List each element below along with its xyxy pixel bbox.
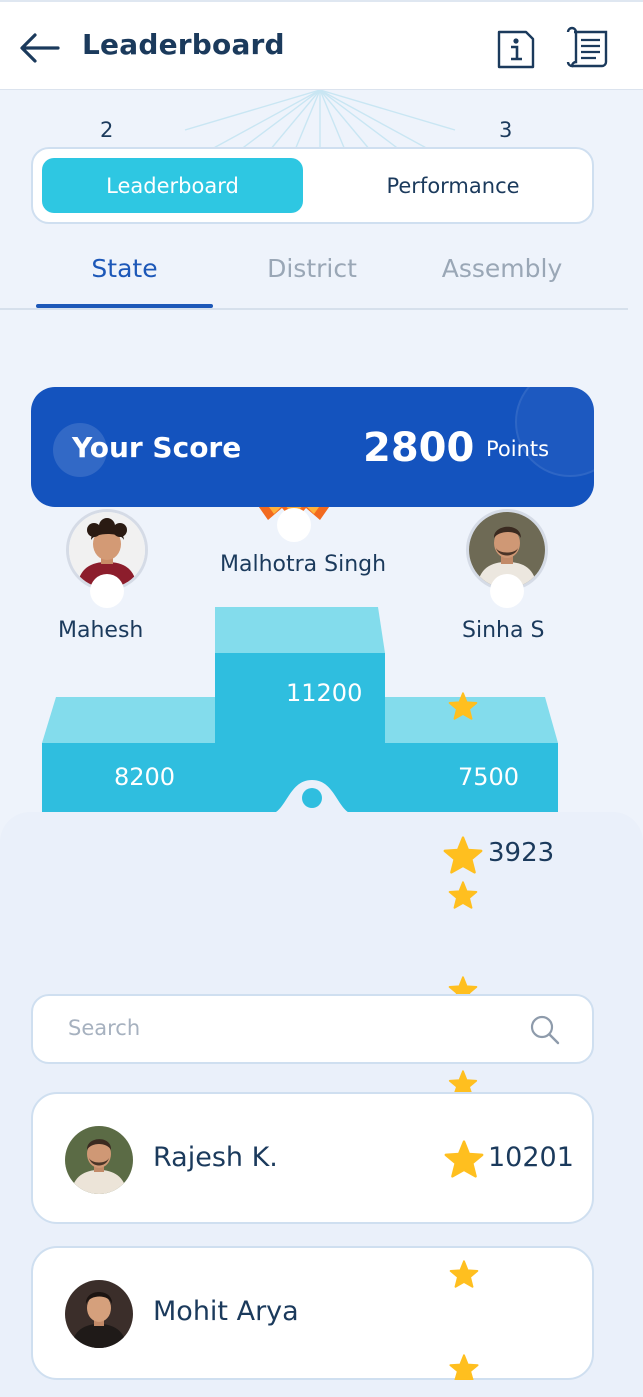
search-input[interactable]: Search bbox=[31, 994, 594, 1064]
active-tab-indicator bbox=[36, 304, 213, 308]
third-place-points: 7500 bbox=[458, 763, 520, 791]
list-item-name: Rajesh K. bbox=[153, 1142, 278, 1173]
first-place-name: Malhotra Singh bbox=[220, 552, 387, 577]
list-item-points: 10201 bbox=[488, 1142, 574, 1173]
your-score-value: 2800 bbox=[363, 425, 475, 471]
star-icon bbox=[448, 692, 478, 720]
rank-number-third: 3 bbox=[499, 118, 513, 142]
page-title: Leaderboard bbox=[82, 28, 285, 61]
star-icon bbox=[449, 1354, 479, 1380]
star-icon bbox=[443, 836, 483, 874]
your-score-unit: Points bbox=[486, 437, 550, 461]
first-place-points: 11200 bbox=[286, 679, 363, 707]
list-item[interactable]: Rajesh K. 10201 bbox=[31, 1092, 594, 1224]
search-placeholder: Search bbox=[68, 1016, 141, 1040]
view-toggle: Leaderboard Performance bbox=[31, 147, 594, 224]
tab-state[interactable]: State bbox=[36, 254, 213, 283]
tab-district[interactable]: District bbox=[226, 254, 398, 283]
star-icon bbox=[444, 1140, 484, 1178]
decorative-ring bbox=[515, 387, 594, 477]
avatar-photo-mohit bbox=[65, 1280, 133, 1348]
list-avatar bbox=[65, 1280, 133, 1348]
tab-assembly[interactable]: Assembly bbox=[414, 254, 590, 283]
avatar-photo-rajesh bbox=[65, 1126, 133, 1194]
second-place-points: 8200 bbox=[114, 763, 176, 791]
back-arrow-icon[interactable] bbox=[18, 28, 62, 68]
star-icon bbox=[448, 881, 478, 909]
first-place-avatar-dot bbox=[277, 508, 311, 542]
star-icon bbox=[448, 1070, 478, 1094]
highlight-points: 3923 bbox=[488, 838, 555, 868]
list-item[interactable]: Mohit Arya bbox=[31, 1246, 594, 1380]
region-tabs: State District Assembly bbox=[0, 240, 628, 310]
rays-decoration bbox=[184, 90, 456, 150]
info-document-icon[interactable] bbox=[496, 26, 536, 70]
star-icon bbox=[449, 1260, 479, 1288]
your-score-card: Your Score 2800 Points bbox=[31, 387, 594, 507]
performance-toggle-button[interactable]: Performance bbox=[323, 158, 583, 213]
search-icon[interactable] bbox=[529, 1014, 561, 1046]
scroll-list-icon[interactable] bbox=[564, 26, 612, 70]
top-bar: Leaderboard bbox=[0, 0, 643, 90]
leaderboard-toggle-button[interactable]: Leaderboard bbox=[42, 158, 303, 213]
your-score-label: Your Score bbox=[72, 431, 242, 464]
list-avatar bbox=[65, 1126, 133, 1194]
list-item-name: Mohit Arya bbox=[153, 1296, 299, 1327]
rank-number-second: 2 bbox=[100, 118, 114, 142]
